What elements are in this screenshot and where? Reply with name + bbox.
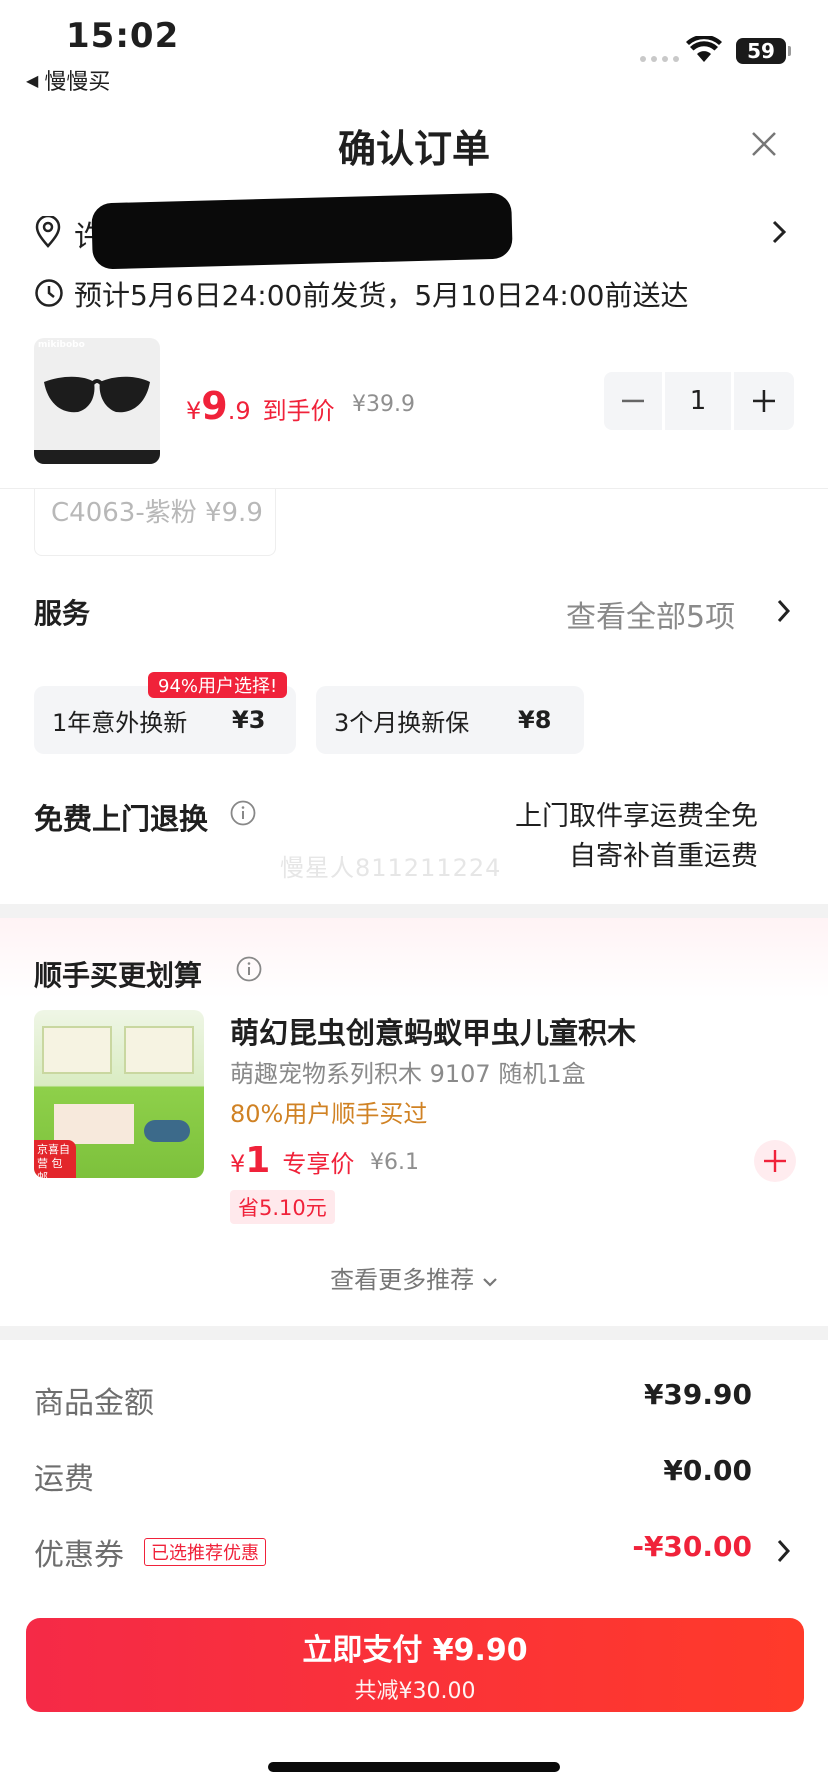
chevron-right-icon[interactable] [776,598,792,628]
price-label: 到手价 [262,397,335,425]
return-info-line: 自寄补首重运费 [569,841,758,872]
product-image[interactable]: mikibobo [34,338,160,464]
recommend-title: 顺手买更划算 [34,959,203,992]
variant-label: C4063-紫粉 ¥9.9 [51,498,263,528]
info-icon[interactable] [230,800,256,830]
battery-icon: 59 [736,38,791,64]
section-divider [0,1326,828,1340]
more-recommendations[interactable]: 查看更多推荐 [0,1260,828,1295]
shipping-value: ¥0.00 [663,1454,752,1487]
coupon-value[interactable]: -¥30.00 [632,1530,752,1563]
clock-icon [34,278,64,312]
services-title: 服务 [34,597,91,630]
service-name: 3个月换新保 [334,708,470,737]
cellular-signal-icon [640,56,679,62]
pay-button-label: 立即支付 ¥9.90 [302,1633,528,1668]
recommend-product-desc: 萌趣宠物系列积木 9107 随机1盒 [230,1060,586,1088]
product-price: ¥ 9 .9 到手价 [186,384,335,428]
social-proof: 80%用户顺手买过 [230,1100,428,1128]
image-tag: 京喜自营 包邮 [34,1140,76,1178]
service-option-replace[interactable]: 3个月换新保 ¥8 [316,686,584,754]
coupon-label: 优惠券 [34,1538,124,1573]
add-to-order-button[interactable] [754,1140,796,1182]
recommend-price: ¥ 1 专享价 [230,1140,355,1181]
pay-now-button[interactable]: 立即支付 ¥9.90 共减¥30.00 [26,1618,804,1712]
service-price: ¥8 [518,706,552,734]
recommend-product-image[interactable]: 京喜自营 包邮 [34,1010,204,1178]
recommend-original-price: ¥6.1 [370,1150,419,1175]
product-brand: mikibobo [38,340,85,350]
quantity-value[interactable]: 1 [665,372,731,430]
watermark: 慢星人811211224 [280,854,502,882]
goods-amount-label: 商品金额 [34,1386,154,1421]
coupon-tag: 已选推荐优惠 [144,1538,266,1566]
return-info-line: 上门取件享运费全免 [515,801,758,832]
home-indicator[interactable] [268,1762,560,1772]
chevron-right-icon[interactable] [776,1538,792,1568]
savings-badge: 省5.10元 [230,1190,335,1224]
service-price: ¥3 [232,706,266,734]
goods-amount-value: ¥39.90 [643,1378,752,1411]
quantity-stepper: 1 [604,372,794,430]
services-view-all[interactable]: 查看全部5项 [566,592,735,636]
original-price: ¥39.9 [352,392,415,417]
pay-discount-label: 共减¥30.00 [354,1679,476,1704]
page-title: 确认订单 [337,127,490,171]
address-redaction [91,192,513,270]
chevron-right-icon[interactable] [770,218,788,250]
info-icon[interactable] [236,956,262,986]
status-time: 15:02 [66,16,180,56]
back-to-app[interactable]: ◀ 慢慢买 [26,64,110,96]
recommend-product-name[interactable]: 萌幻昆虫创意蚂蚁甲虫儿童积木 [230,1010,636,1052]
back-triangle-icon: ◀ [26,70,39,90]
section-divider [0,904,828,918]
more-label: 查看更多推荐 [330,1266,475,1294]
location-pin-icon [34,214,62,252]
back-app-label: 慢慢买 [44,70,111,95]
wifi-icon [686,34,722,68]
service-name: 1年意外换新 [52,708,188,737]
chevron-down-icon [482,1266,498,1294]
free-return-title: 免费上门退换 [34,802,209,836]
popular-badge: 94%用户选择! [148,672,288,698]
shipping-label: 运费 [34,1462,94,1497]
decrease-button[interactable] [604,372,662,430]
delivery-estimate: 预计5月6日24:00前发货，5月10日24:00前送达 [74,279,689,312]
variant-option[interactable]: C4063-紫粉 ¥9.9 [34,488,276,556]
close-icon[interactable] [750,130,778,162]
increase-button[interactable] [734,372,794,430]
